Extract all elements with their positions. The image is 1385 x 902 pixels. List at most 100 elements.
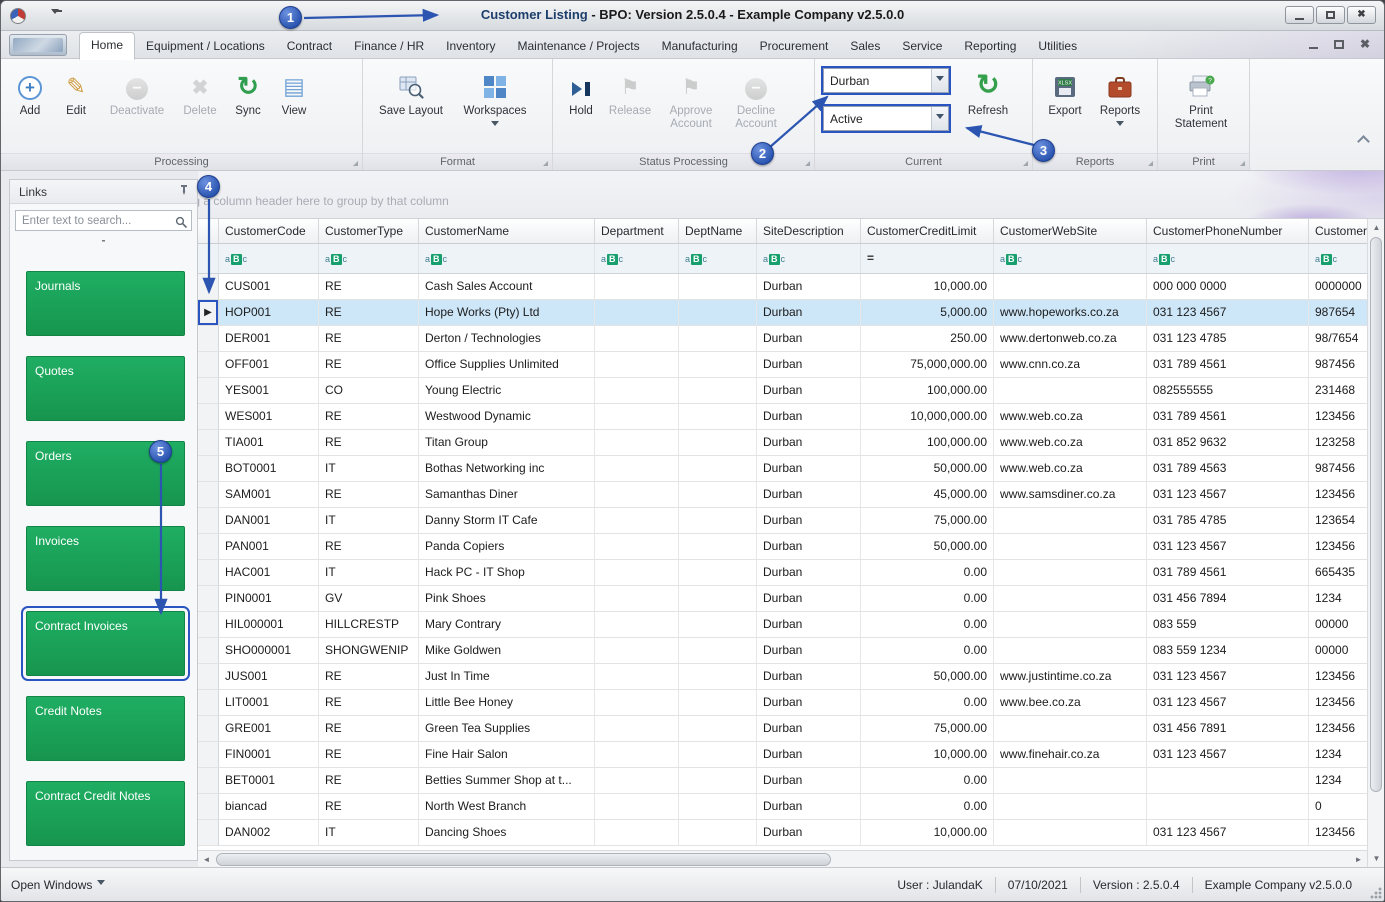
column-header-customername[interactable]: CustomerName [419, 219, 595, 243]
table-row[interactable]: SAM001RESamanthas DinerDurban45,000.00ww… [198, 482, 1367, 508]
links-search-input[interactable] [15, 210, 192, 231]
filter-sitedescription[interactable]: aBc [757, 244, 861, 273]
table-row[interactable]: biancadRENorth West BranchDurban0.000 [198, 794, 1367, 820]
deactivate-button[interactable]: − Deactivate [99, 62, 175, 150]
scroll-right-icon[interactable]: ► [1350, 851, 1367, 868]
minimize-button[interactable] [1285, 6, 1314, 24]
link-orders[interactable]: Orders [26, 441, 185, 506]
column-header-department[interactable]: Department [595, 219, 679, 243]
mdi-restore-icon[interactable] [1334, 40, 1344, 49]
scroll-up-icon[interactable]: ▲ [1368, 219, 1384, 236]
combo-dropdown-button[interactable] [931, 107, 948, 130]
refresh-button[interactable]: ↻ Refresh [959, 62, 1017, 150]
tab-sales[interactable]: Sales [839, 34, 891, 59]
ribbon-collapse-icon[interactable] [1357, 135, 1370, 148]
release-button[interactable]: ⚑ Release [603, 62, 657, 150]
link-quotes[interactable]: Quotes [26, 356, 185, 421]
filter-department[interactable]: aBc [595, 244, 679, 273]
table-row[interactable]: CUS001RECash Sales AccountDurban10,000.0… [198, 274, 1367, 300]
tab-procurement[interactable]: Procurement [749, 34, 840, 59]
tab-maintenance-projects[interactable]: Maintenance / Projects [507, 34, 651, 59]
view-button[interactable]: ▤ View [271, 62, 317, 150]
filter-customercreditlimit[interactable]: = [861, 244, 994, 273]
status-filter-combobox[interactable]: Active [823, 106, 949, 131]
table-row[interactable]: DAN002ITDancing ShoesDurban10,000.00031 … [198, 820, 1367, 846]
link-contract-credit-notes[interactable]: Contract Credit Notes [26, 781, 185, 846]
table-row[interactable]: YES001COYoung ElectricDurban100,000.0008… [198, 378, 1367, 404]
table-row[interactable]: HAC001ITHack PC - IT ShopDurban0.00031 7… [198, 560, 1367, 586]
table-row[interactable]: PAN001REPanda CopiersDurban50,000.00031 … [198, 534, 1367, 560]
export-button[interactable]: XLSX Export [1039, 62, 1091, 150]
pin-icon[interactable] [178, 184, 190, 199]
table-row[interactable]: SHO000001SHONGWENIPMike GoldwenDurban0.0… [198, 638, 1367, 664]
group-by-panel[interactable]: Drag a column header here to group by th… [198, 171, 1384, 219]
filter-deptname[interactable]: aBc [679, 244, 757, 273]
link-invoices[interactable]: Invoices [26, 526, 185, 591]
site-filter-combobox[interactable]: Durban [823, 68, 949, 93]
panel-collapse-dash[interactable]: - [10, 233, 197, 249]
filter-customerwebsite[interactable]: aBc [994, 244, 1147, 273]
table-row[interactable]: BOT0001ITBothas Networking incDurban50,0… [198, 456, 1367, 482]
tab-home[interactable]: Home [79, 32, 135, 60]
link-journals[interactable]: Journals [26, 271, 185, 336]
table-row[interactable]: JUS001REJust In TimeDurban50,000.00www.j… [198, 664, 1367, 690]
reports-button[interactable]: Reports [1091, 62, 1149, 150]
close-button[interactable]: ✖ [1347, 6, 1376, 24]
filter-customerphonenumber[interactable]: aBc [1147, 244, 1309, 273]
tab-finance-hr[interactable]: Finance / HR [343, 34, 435, 59]
table-row[interactable]: BET0001REBetties Summer Shop at t...Durb… [198, 768, 1367, 794]
scroll-left-icon[interactable]: ◄ [198, 851, 215, 868]
table-row[interactable]: DAN001ITDanny Storm IT CafeDurban75,000.… [198, 508, 1367, 534]
edit-button[interactable]: ✎ Edit [53, 62, 99, 150]
scroll-down-icon[interactable]: ▼ [1368, 850, 1384, 867]
hold-button[interactable]: Hold [559, 62, 603, 150]
column-header-customertype[interactable]: CustomerType [319, 219, 419, 243]
print-statement-button[interactable]: ? Print Statement [1164, 62, 1238, 150]
column-header-customerphonenumber[interactable]: CustomerPhoneNumber [1147, 219, 1309, 243]
maximize-button[interactable] [1316, 6, 1345, 24]
table-row[interactable]: TIA001RETitan GroupDurban100,000.00www.w… [198, 430, 1367, 456]
mdi-minimize-icon[interactable] [1309, 47, 1318, 49]
horizontal-scroll-thumb[interactable] [216, 853, 831, 866]
decline-account-button[interactable]: − Decline Account [725, 62, 787, 150]
column-header-deptname[interactable]: DeptName [679, 219, 757, 243]
workspaces-button[interactable]: Workspaces [453, 62, 537, 150]
approve-account-button[interactable]: ⚑ Approve Account [657, 62, 725, 150]
save-layout-button[interactable]: Save Layout [369, 62, 453, 150]
open-windows-button[interactable]: Open Windows [11, 878, 105, 892]
table-row[interactable]: GRE001REGreen Tea SuppliesDurban75,000.0… [198, 716, 1367, 742]
column-header-sitedescription[interactable]: SiteDescription [757, 219, 861, 243]
link-credit-notes[interactable]: Credit Notes [26, 696, 185, 761]
column-header-customerva[interactable]: CustomerVA [1309, 219, 1367, 243]
mdi-close-icon[interactable]: ✖ [1360, 38, 1370, 50]
sync-button[interactable]: ↻ Sync [225, 62, 271, 150]
tab-contract[interactable]: Contract [276, 34, 343, 59]
link-contract-invoices[interactable]: Contract Invoices [26, 611, 185, 676]
column-header-customercreditlimit[interactable]: CustomerCreditLimit [861, 219, 994, 243]
vertical-scrollbar[interactable]: ▲ ▼ [1367, 219, 1384, 867]
column-header-customerwebsite[interactable]: CustomerWebSite [994, 219, 1147, 243]
resize-grip[interactable] [1369, 886, 1382, 899]
horizontal-scrollbar[interactable]: ◄ ► [198, 850, 1367, 867]
table-row[interactable]: FIN0001REFine Hair SalonDurban10,000.00w… [198, 742, 1367, 768]
filter-customername[interactable]: aBc [419, 244, 595, 273]
table-row[interactable]: ▶HOP001REHope Works (Pty) LtdDurban5,000… [198, 300, 1367, 326]
tab-equipment-locations[interactable]: Equipment / Locations [135, 34, 276, 59]
combo-dropdown-button[interactable] [931, 69, 948, 92]
table-row[interactable]: PIN0001GVPink ShoesDurban0.00031 456 789… [198, 586, 1367, 612]
tab-utilities[interactable]: Utilities [1027, 34, 1088, 59]
table-row[interactable]: OFF001REOffice Supplies UnlimitedDurban7… [198, 352, 1367, 378]
tab-inventory[interactable]: Inventory [435, 34, 506, 59]
table-row[interactable]: LIT0001RELittle Bee HoneyDurban0.00www.b… [198, 690, 1367, 716]
table-row[interactable]: WES001REWestwood DynamicDurban10,000,000… [198, 404, 1367, 430]
add-button[interactable]: + Add [7, 62, 53, 150]
column-header-customercode[interactable]: CustomerCode [219, 219, 319, 243]
application-button[interactable] [9, 34, 67, 56]
tab-service[interactable]: Service [891, 34, 953, 59]
filter-customercode[interactable]: aBc [219, 244, 319, 273]
filter-customertype[interactable]: aBc [319, 244, 419, 273]
tab-reporting[interactable]: Reporting [953, 34, 1027, 59]
delete-button[interactable]: ✖ Delete [175, 62, 225, 150]
table-row[interactable]: DER001REDerton / TechnologiesDurban250.0… [198, 326, 1367, 352]
vertical-scroll-thumb[interactable] [1370, 237, 1382, 792]
